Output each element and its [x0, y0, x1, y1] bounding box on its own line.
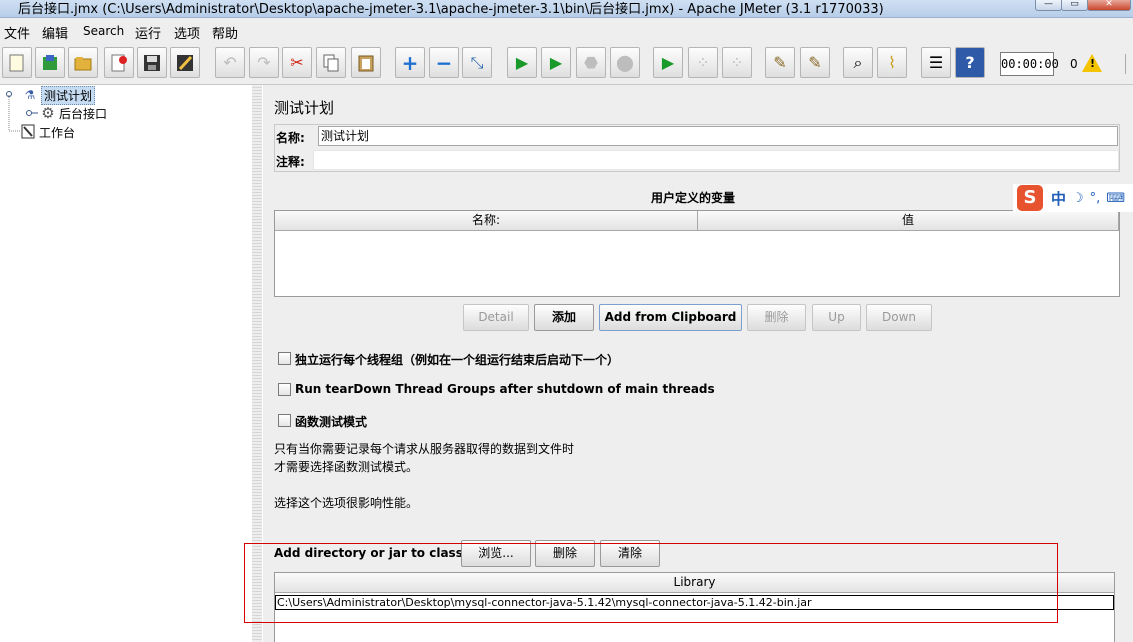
- tree-item-test-plan[interactable]: ⚗ 测试计划: [22, 85, 96, 105]
- sogou-logo: S: [1017, 185, 1043, 211]
- workbench-icon: [20, 124, 36, 140]
- serialize-threadgroups-label: 独立运行每个线程组（例如在一个组运行结束后启动下一个）: [295, 353, 620, 367]
- moon-icon[interactable]: ☽: [1072, 191, 1084, 206]
- remote-exit-icon[interactable]: ⁘: [722, 47, 752, 78]
- remote-stop-icon[interactable]: ⁘: [688, 47, 718, 78]
- teardown-on-shutdown-checkbox[interactable]: [278, 383, 291, 396]
- paste-icon[interactable]: [351, 47, 381, 78]
- start-no-pause-icon[interactable]: ▶: [541, 47, 571, 78]
- help-icon[interactable]: ?: [955, 47, 985, 78]
- clear-icon[interactable]: ✎: [765, 47, 795, 78]
- error-count: 0: [1070, 57, 1078, 71]
- close-icon[interactable]: [104, 47, 134, 78]
- toolbar-overflow: [1125, 54, 1133, 74]
- menu-file[interactable]: 文件: [4, 23, 30, 42]
- maximize-button[interactable]: ▭: [1061, 0, 1088, 11]
- shutdown-icon[interactable]: ⬤: [610, 47, 640, 78]
- elapsed-timer: 00:00:00: [1000, 52, 1059, 76]
- udv-table[interactable]: 名称: 值: [274, 210, 1120, 297]
- new-icon[interactable]: [2, 47, 32, 78]
- tree-item-label: 测试计划: [41, 85, 96, 105]
- gear-icon: ⚙: [41, 104, 55, 122]
- udv-title: 用户定义的变量: [651, 191, 736, 205]
- annotation-highlight-box: [244, 543, 1058, 623]
- down-button[interactable]: Down: [866, 304, 932, 331]
- ime-chinese-mode[interactable]: 中: [1051, 188, 1066, 209]
- udv-column-name[interactable]: 名称:: [275, 211, 698, 231]
- page-title: 测试计划: [274, 99, 335, 117]
- title-bar: 后台接口.jmx (C:\Users\Administrator\Desktop…: [0, 0, 1133, 18]
- add-from-clipboard-button[interactable]: Add from Clipboard: [599, 304, 742, 331]
- close-window-button[interactable]: ✕: [1087, 0, 1131, 11]
- serialize-threadgroups-checkbox[interactable]: [278, 352, 291, 365]
- tree-item-label: 后台接口: [59, 106, 108, 121]
- udv-column-value[interactable]: 值: [698, 211, 1119, 231]
- tree-item-thread-group[interactable]: ⚙ 后台接口: [40, 104, 107, 122]
- open-icon[interactable]: [68, 47, 98, 78]
- minimize-button[interactable]: —: [1035, 0, 1062, 11]
- help-text-line-3: 选择这个选项很影响性能。: [274, 496, 419, 510]
- up-button[interactable]: Up: [812, 304, 861, 331]
- functional-mode-label: 函数测试模式: [295, 415, 368, 429]
- window-title: 后台接口.jmx (C:\Users\Administrator\Desktop…: [18, 2, 884, 17]
- remote-start-icon[interactable]: ▶: [653, 47, 683, 78]
- tree-item-workbench[interactable]: 工作台: [20, 123, 75, 141]
- comment-label: 注释:: [276, 155, 305, 169]
- search-icon[interactable]: ⌕: [843, 47, 873, 78]
- cut-icon[interactable]: ✂: [282, 47, 312, 78]
- function-helper-icon[interactable]: ☰: [921, 47, 951, 78]
- undo-icon[interactable]: ↶: [215, 47, 245, 78]
- help-text-line-2: 才需要选择函数测试模式。: [274, 460, 419, 474]
- name-label: 名称:: [276, 131, 305, 145]
- add-button[interactable]: 添加: [534, 304, 594, 331]
- menu-search[interactable]: Search: [83, 24, 124, 38]
- functional-mode-checkbox[interactable]: [278, 414, 291, 427]
- expand-icon[interactable]: +: [395, 47, 425, 78]
- menu-edit[interactable]: 编辑: [42, 23, 68, 42]
- test-plan-icon: ⚗: [24, 88, 36, 102]
- start-icon[interactable]: ▶: [507, 47, 537, 78]
- warning-icon[interactable]: !: [1082, 54, 1102, 72]
- teardown-on-shutdown-label: Run tearDown Thread Groups after shutdow…: [295, 382, 715, 396]
- warning-symbol: !: [1090, 57, 1096, 70]
- redo-icon[interactable]: ↷: [249, 47, 279, 78]
- menu-help[interactable]: 帮助: [212, 23, 238, 42]
- tree-item-label: 工作台: [39, 125, 76, 140]
- clear-all-icon[interactable]: ✎: [800, 47, 830, 78]
- detail-button[interactable]: Detail: [463, 304, 529, 331]
- save-as-icon[interactable]: [170, 47, 200, 78]
- menu-bar: 文件 编辑 Search 运行 选项 帮助: [0, 18, 1133, 42]
- test-tree: ⚗ 测试计划 ⚙ 后台接口 工作台: [0, 85, 253, 642]
- stop-icon[interactable]: ⬣: [576, 47, 606, 78]
- save-icon[interactable]: [137, 47, 167, 78]
- toolbar: ↶ ↷ ✂ + − ⤡ ▶ ▶ ⬣ ⬤ ▶ ⁘ ⁘ ✎ ✎ ⌕ ⌇ ☰ ? 00…: [0, 42, 1133, 85]
- templates-icon[interactable]: [35, 47, 65, 78]
- ime-toolbar[interactable]: S 中 ☽ °, ⌨: [1013, 184, 1133, 212]
- copy-icon[interactable]: [316, 47, 346, 78]
- menu-run[interactable]: 运行: [135, 23, 161, 42]
- comment-field[interactable]: [313, 150, 1119, 170]
- menu-options[interactable]: 选项: [174, 23, 200, 42]
- toggle-icon[interactable]: ⤡: [462, 47, 492, 78]
- collapse-icon[interactable]: −: [429, 47, 459, 78]
- delete-variable-button[interactable]: 删除: [747, 304, 806, 331]
- keyboard-icon[interactable]: ⌨: [1106, 191, 1125, 206]
- help-text-line-1: 只有当你需要记录每个请求从服务器取得的数据到文件时: [274, 442, 575, 456]
- punctuation-icon[interactable]: °,: [1090, 191, 1101, 206]
- name-field[interactable]: 测试计划: [318, 126, 1118, 146]
- reset-search-icon[interactable]: ⌇: [877, 47, 907, 78]
